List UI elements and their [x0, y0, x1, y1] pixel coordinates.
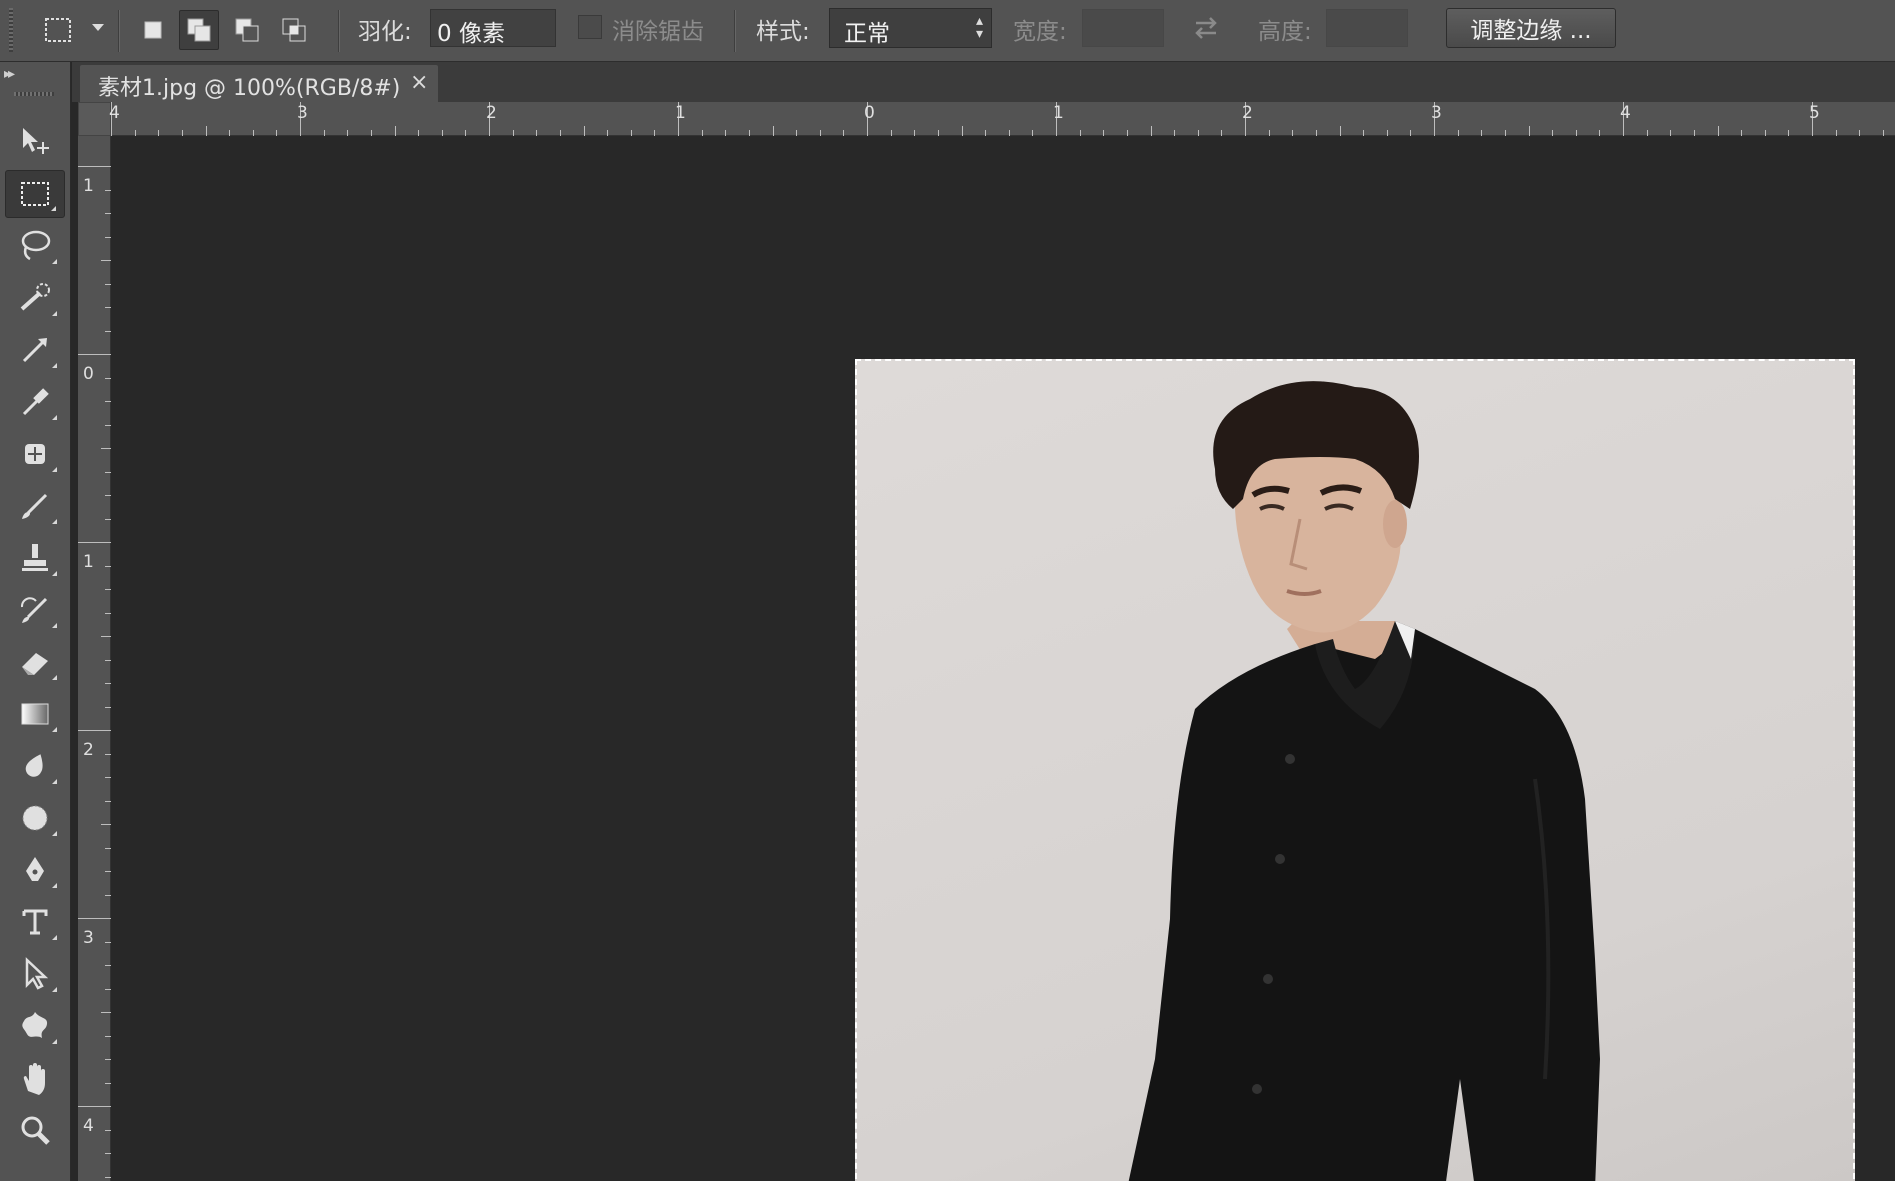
select-arrows-icon: ▴ ▾	[975, 13, 983, 42]
jacket-button	[1275, 854, 1285, 864]
ruler-v-label: 4	[83, 1116, 94, 1136]
vertical-ruler-ticks	[78, 166, 111, 1178]
refine-edge-button[interactable]: 调整边缘 ...	[1446, 8, 1616, 48]
dodge-tool-icon[interactable]	[5, 794, 65, 842]
ruler-v-label: 0	[83, 364, 94, 384]
style-select-value: 正常	[844, 21, 890, 47]
ruler-h-label: 2	[486, 103, 497, 123]
feather-input[interactable]: 0 像素	[430, 9, 556, 47]
hand-tool-icon[interactable]	[5, 1054, 65, 1102]
ruler-v-label: 1	[83, 176, 94, 196]
ruler-h-label: 2	[1242, 103, 1253, 123]
crop-tool-icon[interactable]	[5, 326, 65, 374]
type-tool-icon[interactable]	[5, 898, 65, 946]
ruler-h-label: 1	[675, 103, 686, 123]
jacket-button	[1285, 754, 1295, 764]
ruler-h-label: 5	[1809, 103, 1820, 123]
jacket-button	[1252, 1084, 1262, 1094]
toolbox: ▸▸	[0, 62, 71, 1181]
options-bar: 羽化: 0 像素 消除锯齿 样式: 正常 ▴ ▾ 宽度: 高度: 调整边缘 ...	[0, 0, 1895, 62]
ruler-v-label: 3	[83, 928, 94, 948]
ruler-v-label: 1	[83, 552, 94, 572]
ear	[1383, 500, 1407, 548]
toolbox-collapse-icon[interactable]: ▸▸	[4, 66, 15, 82]
style-select[interactable]: 正常 ▴ ▾	[829, 8, 992, 48]
clone-stamp-tool-icon[interactable]	[5, 534, 65, 582]
document-canvas[interactable]	[111, 136, 1895, 1181]
ruler-v-label: 2	[83, 740, 94, 760]
swap-width-height-icon[interactable]	[1190, 13, 1222, 47]
subtract-from-selection-icon[interactable]	[227, 10, 267, 50]
ruler-h-label: 3	[1431, 103, 1442, 123]
zoom-tool-icon[interactable]	[5, 1106, 65, 1154]
eyedropper-tool-icon[interactable]	[5, 378, 65, 426]
document-tab[interactable]: 素材1.jpg @ 100%(RGB/8#) ×	[80, 65, 438, 102]
jacket-button	[1263, 974, 1273, 984]
new-selection-icon[interactable]	[133, 10, 173, 50]
width-label: 宽度:	[1013, 19, 1067, 45]
horizontal-ruler[interactable]: 4 3 2 1 0 1 2 3 4 5	[109, 102, 1895, 136]
ruler-origin[interactable]	[78, 102, 111, 136]
antialias-checkbox[interactable]	[578, 15, 602, 39]
eraser-tool-icon[interactable]	[5, 638, 65, 686]
feather-label: 羽化:	[358, 19, 412, 45]
height-label: 高度:	[1258, 19, 1312, 45]
divider	[118, 10, 120, 52]
rectangular-marquee-tool-icon[interactable]	[5, 170, 65, 218]
vertical-ruler[interactable]: 1 0 1 2 3 4	[78, 136, 111, 1181]
model-photo	[1128, 381, 1600, 1181]
ruler-h-label: 0	[864, 103, 875, 123]
height-input[interactable]	[1326, 9, 1408, 47]
blur-tool-icon[interactable]	[5, 742, 65, 790]
toolbox-grip[interactable]	[14, 92, 54, 96]
document-tab-strip: 素材1.jpg @ 100%(RGB/8#) ×	[72, 62, 1895, 102]
marquee-preset-icon[interactable]	[38, 10, 78, 50]
intersect-selection-icon[interactable]	[274, 10, 314, 50]
move-tool-icon[interactable]	[5, 118, 65, 166]
lasso-tool-icon[interactable]	[5, 222, 65, 270]
ruler-h-label: 3	[297, 103, 308, 123]
history-brush-tool-icon[interactable]	[5, 586, 65, 634]
spot-healing-tool-icon[interactable]	[5, 430, 65, 478]
ruler-h-label: 1	[1053, 103, 1064, 123]
pen-tool-icon[interactable]	[5, 846, 65, 894]
style-label: 样式:	[756, 19, 810, 45]
divider	[734, 10, 736, 52]
quick-selection-tool-icon[interactable]	[5, 274, 65, 322]
antialias-label: 消除锯齿	[612, 19, 704, 45]
path-selection-tool-icon[interactable]	[5, 950, 65, 998]
divider	[338, 10, 340, 52]
document-image[interactable]	[855, 359, 1855, 1181]
close-tab-icon[interactable]: ×	[410, 70, 428, 95]
options-bar-grip[interactable]	[9, 8, 13, 52]
brush-tool-icon[interactable]	[5, 482, 65, 530]
width-input[interactable]	[1082, 9, 1164, 47]
document-tab-title: 素材1.jpg @ 100%(RGB/8#)	[98, 76, 401, 101]
preset-dropdown-icon[interactable]	[92, 24, 104, 31]
custom-shape-tool-icon[interactable]	[5, 1002, 65, 1050]
ruler-h-label: 4	[109, 103, 120, 123]
gradient-tool-icon[interactable]	[5, 690, 65, 738]
ruler-h-label: 4	[1620, 103, 1631, 123]
add-to-selection-icon[interactable]	[179, 10, 219, 50]
